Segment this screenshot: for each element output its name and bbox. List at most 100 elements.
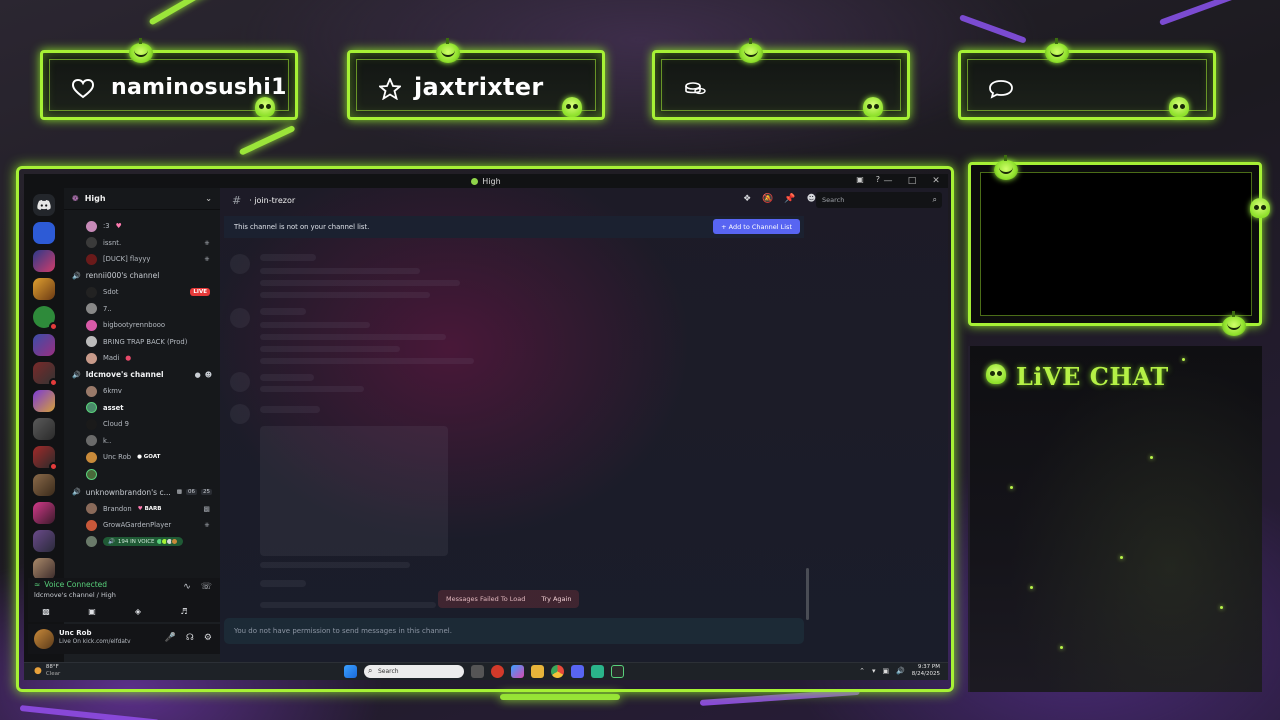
search-input[interactable]: Search ⌕ xyxy=(816,192,942,208)
clock[interactable]: 9:37 PM 8/24/2025 xyxy=(912,664,940,678)
server-icon-4[interactable] xyxy=(33,306,58,331)
maximize-button[interactable]: □ xyxy=(906,175,918,187)
skeleton-line xyxy=(260,280,460,286)
channel-name: · join-trezor xyxy=(249,195,296,205)
voice-channel[interactable]: 🔊 rennii000's channel xyxy=(64,268,220,284)
avatar xyxy=(86,468,97,480)
chat-bubble-icon xyxy=(987,75,1015,103)
server-icon-10[interactable] xyxy=(33,474,55,496)
volume-icon[interactable]: 🔊 xyxy=(896,667,905,675)
message-composer: You do not have permission to send messa… xyxy=(224,618,804,644)
voice-user[interactable]: Sdot LIVE xyxy=(64,284,220,301)
disconnect-icon[interactable]: ☏ xyxy=(201,582,212,592)
avatar-stack xyxy=(155,538,178,546)
minimize-button[interactable]: — xyxy=(882,175,894,187)
avatar xyxy=(86,352,97,364)
voice-user[interactable]: 🔊 194 IN VOICE xyxy=(64,534,220,551)
in-voice-pill[interactable]: 🔊 194 IN VOICE xyxy=(103,537,183,547)
server-icon-3[interactable] xyxy=(33,278,55,300)
voice-channel-path[interactable]: ldcmove's channel / High xyxy=(34,591,116,599)
network-icon[interactable]: ▾ xyxy=(872,667,876,675)
muted-icon: ⧺ xyxy=(204,255,210,264)
server-icon-12[interactable] xyxy=(33,530,55,552)
soundboard-button[interactable]: ♬ xyxy=(172,604,196,618)
voice-user[interactable]: k.. xyxy=(64,433,220,450)
voice-user[interactable]: [DUCK] flayyy ⧺ xyxy=(64,251,220,268)
voice-user[interactable]: :3 ♥ xyxy=(64,218,220,235)
avatar xyxy=(86,303,97,315)
server-icon-11[interactable] xyxy=(33,502,55,524)
weather-widget[interactable]: ● 88°F Clear xyxy=(34,664,60,678)
server-header[interactable]: ❁ High ⌄ xyxy=(64,188,220,210)
taskbar-search-input[interactable]: Search xyxy=(364,665,464,678)
voice-user[interactable]: Madi ● xyxy=(64,350,220,367)
server-icon-1[interactable] xyxy=(33,222,55,244)
voice-user[interactable]: 7.. xyxy=(64,300,220,317)
microphone-icon[interactable]: 🎤 xyxy=(165,633,176,643)
user-name: Unc Rob xyxy=(59,629,92,637)
alert-box-chat xyxy=(958,38,1216,120)
pin-icon[interactable]: 📌 xyxy=(784,194,795,204)
voice-user[interactable]: GrowAGardenPlayer ⧺ xyxy=(64,517,220,534)
discord-taskbar-icon[interactable] xyxy=(571,665,584,678)
voice-user[interactable]: asset xyxy=(64,399,220,416)
server-icon-6[interactable] xyxy=(33,362,58,387)
voice-user[interactable]: Cloud 9 xyxy=(64,416,220,433)
app-icon-red[interactable] xyxy=(491,665,504,678)
chrome-icon[interactable] xyxy=(551,665,564,678)
headphones-icon[interactable]: ☊ xyxy=(186,633,194,643)
gear-icon[interactable]: ⚙ xyxy=(204,633,212,643)
voice-user[interactable]: bigbootyrennbooo xyxy=(64,317,220,334)
invite-icon[interactable]: ☻ xyxy=(205,371,212,379)
app-icon-dark[interactable] xyxy=(611,665,624,678)
add-to-channel-list-button[interactable]: + Add to Channel List xyxy=(713,219,800,234)
server-icon-13[interactable] xyxy=(33,558,55,580)
direct-messages-button[interactable] xyxy=(33,194,55,216)
noise-suppression-icon[interactable]: ∿ xyxy=(183,582,191,592)
inbox-icon[interactable]: ▣ xyxy=(856,175,864,184)
voice-user[interactable] xyxy=(64,466,220,483)
chat-icon[interactable]: ● xyxy=(195,371,201,379)
app-icon-green[interactable] xyxy=(591,665,604,678)
voice-user[interactable]: BRING TRAP BACK (Prod) xyxy=(64,334,220,351)
display-icon[interactable]: ▣ xyxy=(882,667,889,675)
voice-channel[interactable]: 🔊 unknownbrandon's c... ▩ 06 25 xyxy=(64,484,220,500)
skeleton-line xyxy=(260,334,446,340)
start-menu-icon[interactable] xyxy=(344,665,357,678)
file-explorer-icon[interactable] xyxy=(531,665,544,678)
alert-box-follower: naminosushi1 xyxy=(40,38,298,120)
server-icon-9[interactable] xyxy=(33,446,58,471)
skeleton-line xyxy=(260,358,474,364)
chevron-up-icon[interactable]: ⌃ xyxy=(859,667,865,675)
server-icon-5[interactable] xyxy=(33,334,55,356)
help-icon[interactable]: ? xyxy=(876,175,880,184)
user-avatar[interactable] xyxy=(34,629,54,649)
alert-box-subscriber: jaxtrixter xyxy=(347,38,605,120)
voice-user[interactable]: 6kmv xyxy=(64,383,220,400)
close-button[interactable]: ✕ xyxy=(930,175,942,187)
voice-channel[interactable]: 🔊 ldcmove's channel ● ☻ xyxy=(64,367,220,383)
scrollbar[interactable] xyxy=(806,568,809,620)
sun-icon: ● xyxy=(34,665,42,676)
voice-user[interactable]: Unc Rob ● GOAT xyxy=(64,449,220,466)
notifications-muted-icon[interactable]: 🔕 xyxy=(762,194,773,204)
server-icon-7[interactable] xyxy=(33,390,55,412)
sparkle xyxy=(1150,456,1153,459)
avatar xyxy=(86,319,97,331)
copilot-icon[interactable] xyxy=(511,665,524,678)
try-again-button[interactable]: Try Again xyxy=(533,595,579,603)
task-view-icon[interactable] xyxy=(471,665,484,678)
voice-user[interactable] xyxy=(64,210,220,218)
screen-share-button[interactable]: ▣ xyxy=(80,604,104,618)
server-icon-8[interactable] xyxy=(33,418,55,440)
user-controls: 🎤 ☊ ⚙ xyxy=(165,633,212,643)
sparkle xyxy=(1120,556,1123,559)
skeleton-line xyxy=(260,406,320,413)
voice-user[interactable]: issnt. ⧺ xyxy=(64,235,220,252)
activities-button[interactable]: ◈ xyxy=(126,604,150,618)
voice-user[interactable]: Brandon ♥ BARB ▩ xyxy=(64,500,220,517)
server-icon-2[interactable] xyxy=(33,250,55,272)
camera-off-button[interactable]: ▩ xyxy=(34,604,58,618)
members-icon[interactable]: ☻ xyxy=(807,194,816,204)
threads-icon[interactable]: ❖ xyxy=(743,194,751,204)
